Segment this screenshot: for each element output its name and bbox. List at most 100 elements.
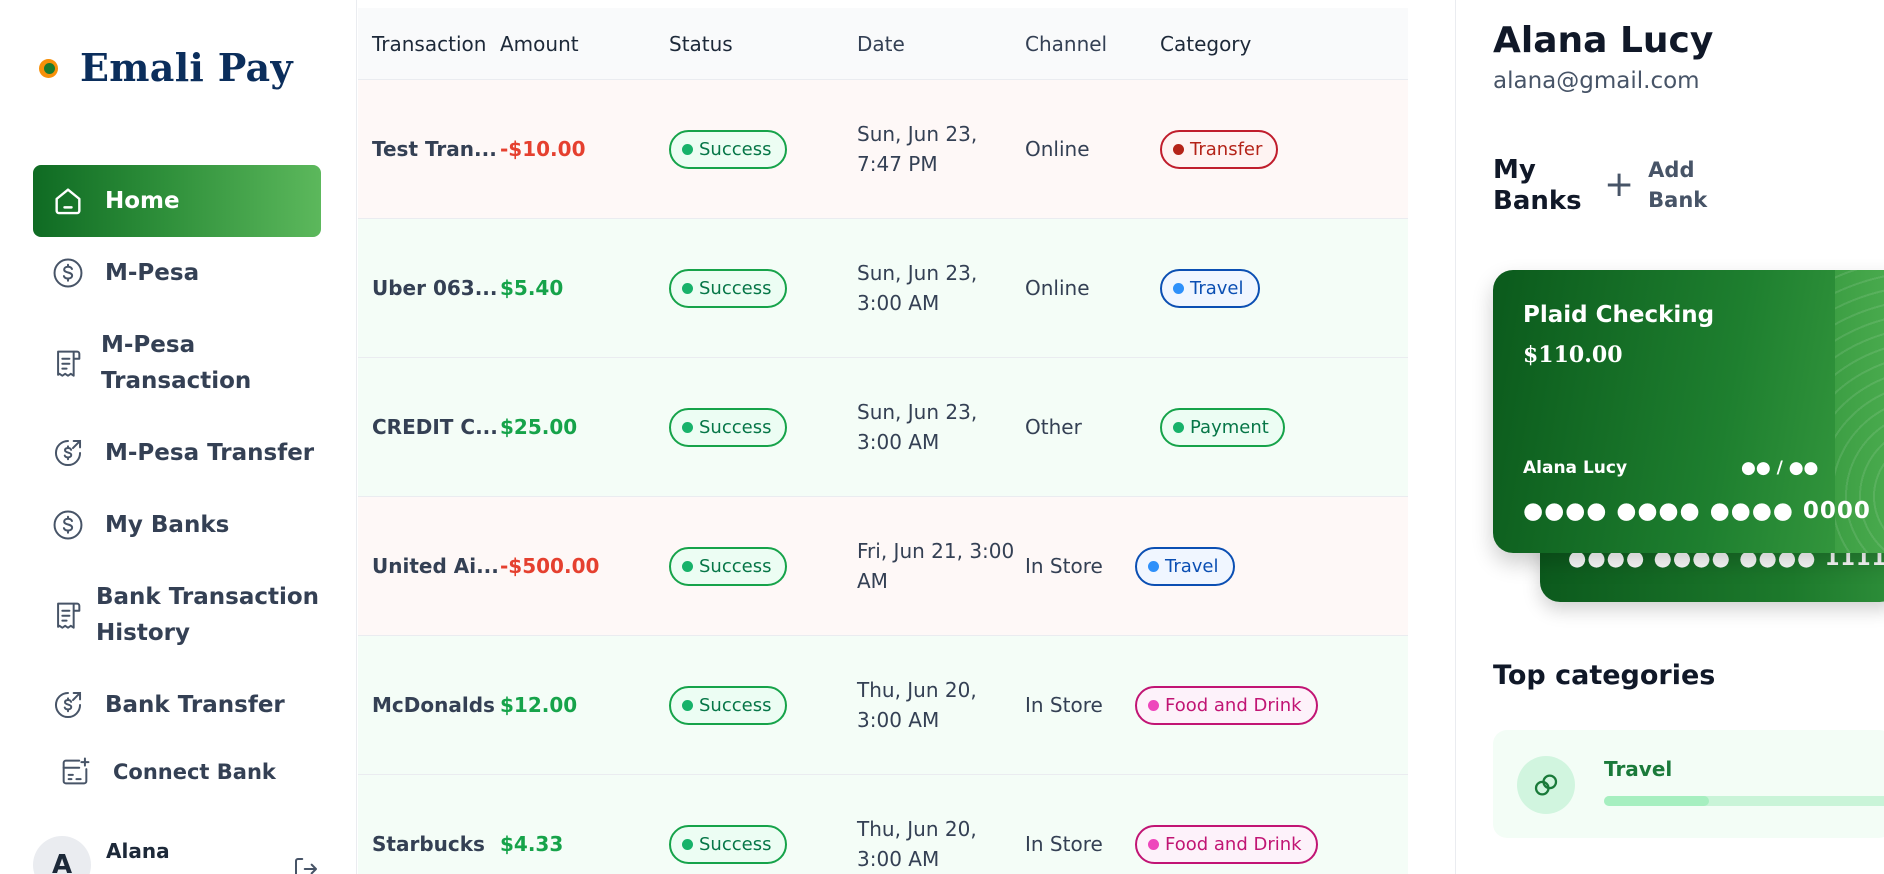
table-row[interactable]: Test Tran... -$10.00 Success Sun, Jun 23…	[358, 80, 1408, 219]
column-header-transaction: Transaction	[372, 31, 487, 56]
top-categories-title: Top categories	[1493, 660, 1716, 691]
category-dot-icon	[1173, 282, 1184, 294]
money-send-icon	[50, 435, 86, 471]
sidebar-item-my-banks[interactable]: My Banks	[33, 489, 321, 561]
dollar-circle-icon	[50, 255, 86, 291]
dollar-circle-icon	[50, 507, 86, 543]
logout-icon[interactable]	[291, 854, 321, 874]
transaction-amount: $12.00	[500, 693, 578, 717]
category-progress-fill	[1604, 796, 1709, 806]
travel-category-icon	[1517, 756, 1575, 814]
transaction-name: United Ai...	[372, 554, 499, 578]
sidebar-nav: Home M-Pesa M-Pesa Transaction M-Pesa Tr…	[33, 165, 321, 803]
status-dot-icon	[682, 421, 693, 433]
transaction-date: Thu, Jun 20, 3:00 AM	[857, 817, 977, 871]
status-badge: Success	[669, 824, 788, 864]
sidebar-item-label: My Banks	[105, 512, 230, 538]
column-header-date: Date	[857, 31, 905, 56]
category-dot-icon	[1148, 560, 1159, 572]
transaction-amount: $5.40	[500, 276, 564, 300]
receipt-icon	[50, 597, 86, 633]
sidebar-item-bank-transaction-history[interactable]: Bank Transaction History	[33, 561, 321, 669]
receipt-icon	[50, 345, 86, 381]
transaction-date: Sun, Jun 23, 3:00 AM	[857, 400, 978, 454]
connect-bank-icon	[57, 754, 93, 790]
sidebar-item-connect-bank[interactable]: Connect Bank	[33, 741, 321, 803]
sidebar-item-label: Bank Transaction History	[96, 584, 320, 646]
sidebar-item-mpesa[interactable]: M-Pesa	[33, 237, 321, 309]
transaction-name: CREDIT C...	[372, 415, 498, 439]
transactions-table: Transaction Amount Status Date Channel C…	[358, 8, 1408, 874]
category-badge: Travel	[1135, 546, 1235, 586]
home-icon	[50, 183, 86, 219]
category-dot-icon	[1173, 421, 1184, 433]
sidebar-item-home[interactable]: Home	[33, 165, 321, 237]
app-logo[interactable]: Emali Pay	[38, 45, 293, 90]
category-badge: Transfer	[1160, 129, 1279, 169]
transaction-amount: $4.33	[500, 832, 564, 856]
category-progress-bar	[1604, 796, 1884, 806]
category-dot-icon	[1148, 699, 1159, 711]
table-row[interactable]: Starbucks $4.33 Success Thu, Jun 20, 3:0…	[358, 775, 1408, 874]
transaction-amount: $25.00	[500, 415, 578, 439]
transaction-channel: Other	[1025, 415, 1082, 439]
sidebar-item-mpesa-transaction[interactable]: M-Pesa Transaction	[33, 309, 321, 417]
transaction-channel: Online	[1025, 137, 1090, 161]
transaction-date: Sun, Jun 23, 3:00 AM	[857, 261, 978, 315]
right-sidebar: Alana Lucy alana@gmail.com My Banks + Ad…	[1455, 0, 1884, 874]
transaction-channel: In Store	[1025, 693, 1103, 717]
logo-mark-icon	[38, 56, 62, 80]
status-dot-icon	[682, 699, 693, 711]
table-row[interactable]: United Ai... -$500.00 Success Fri, Jun 2…	[358, 497, 1408, 636]
transaction-date: Fri, Jun 21, 3:00 AM	[857, 539, 1015, 593]
profile-name: Alana Lucy	[1493, 20, 1714, 61]
status-dot-icon	[682, 282, 693, 294]
main-content: Transaction Amount Status Date Channel C…	[357, 0, 1455, 874]
transaction-name: Starbucks	[372, 832, 485, 856]
sidebar-item-bank-transfer[interactable]: Bank Transfer	[33, 669, 321, 741]
transaction-channel: Online	[1025, 276, 1090, 300]
card-holder-name: Alana Lucy	[1523, 458, 1628, 478]
my-banks-title: My Banks	[1493, 155, 1582, 216]
avatar[interactable]: A	[33, 836, 91, 874]
bank-card[interactable]: Plaid Checking $110.00 Alana Lucy ●● / ●…	[1493, 270, 1884, 553]
sidebar-item-mpesa-transfer[interactable]: M-Pesa Transfer	[33, 417, 321, 489]
footer-user-name: Alana	[106, 839, 170, 863]
transaction-name: McDonalds	[372, 693, 495, 717]
sidebar-item-label: M-Pesa	[105, 260, 200, 286]
plus-icon: +	[1604, 164, 1635, 205]
sidebar-item-label: M-Pesa Transfer	[105, 440, 315, 466]
table-row[interactable]: CREDIT C... $25.00 Success Sun, Jun 23, …	[358, 358, 1408, 497]
transaction-channel: In Store	[1025, 832, 1103, 856]
add-bank-button[interactable]: + Add Bank	[1604, 155, 1718, 215]
sidebar-item-label: Home	[105, 188, 180, 214]
table-row[interactable]: Uber 063... $5.40 Success Sun, Jun 23, 3…	[358, 219, 1408, 358]
table-row[interactable]: McDonalds $12.00 Success Thu, Jun 20, 3:…	[358, 636, 1408, 775]
column-header-status: Status	[669, 31, 733, 56]
category-badge: Travel	[1160, 268, 1260, 308]
status-badge: Success	[669, 546, 788, 586]
column-header-amount: Amount	[500, 31, 579, 56]
column-header-channel: Channel	[1025, 31, 1108, 56]
category-card-travel[interactable]: Travel	[1493, 730, 1884, 838]
transaction-name: Test Tran...	[372, 137, 497, 161]
category-name: Travel	[1604, 757, 1673, 781]
transaction-amount: -$500.00	[500, 554, 600, 578]
sidebar-item-label: Connect Bank	[113, 760, 276, 784]
category-badge: Food and Drink	[1135, 824, 1318, 864]
status-badge: Success	[669, 407, 788, 447]
transaction-amount: -$10.00	[500, 137, 586, 161]
transaction-date: Thu, Jun 20, 3:00 AM	[857, 678, 977, 732]
card-bank-name: Plaid Checking	[1523, 302, 1715, 328]
status-badge: Success	[669, 685, 788, 725]
transaction-date: Sun, Jun 23, 7:47 PM	[857, 122, 978, 176]
status-dot-icon	[682, 838, 693, 850]
status-badge: Success	[669, 268, 788, 308]
app-name: Emali Pay	[80, 45, 293, 90]
sidebar: Emali Pay Home M-Pesa M-Pesa Transaction	[0, 0, 357, 874]
add-bank-label: Add Bank	[1648, 158, 1708, 212]
category-dot-icon	[1173, 143, 1184, 155]
column-header-category: Category	[1160, 31, 1252, 56]
sidebar-item-label: Bank Transfer	[105, 692, 285, 718]
card-expiry: ●● / ●●	[1741, 458, 1819, 478]
